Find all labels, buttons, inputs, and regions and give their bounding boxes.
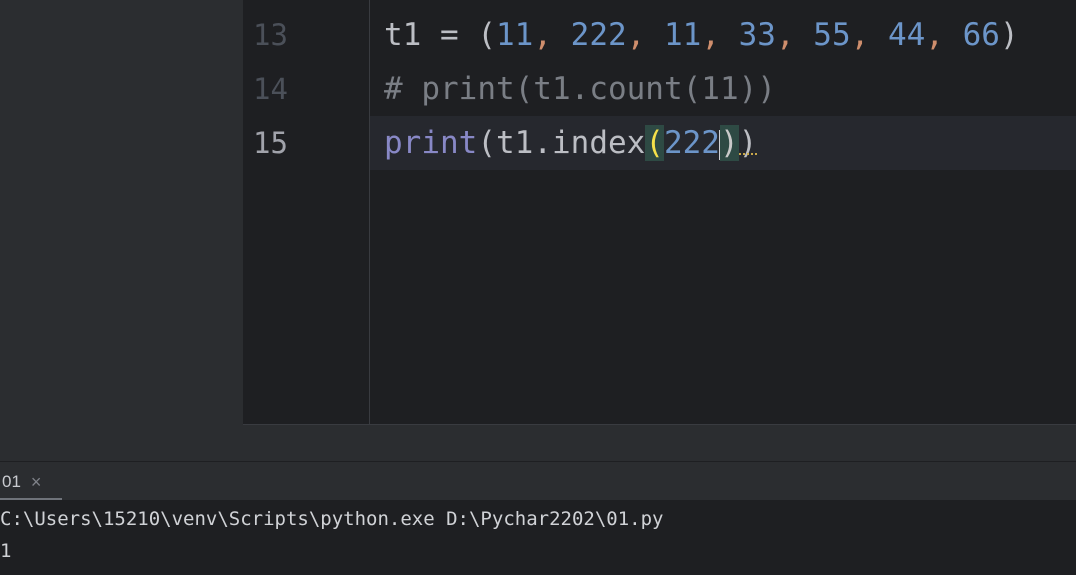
- matched-paren-open: (: [645, 125, 664, 161]
- code-line-13[interactable]: t1 = (11, 222, 11, 33, 55, 44, 66): [370, 8, 1076, 62]
- editor-status-strip: [243, 424, 1076, 462]
- line-number: 13: [253, 18, 288, 52]
- operator-token: =: [421, 17, 478, 53]
- warning-squiggle: ): [738, 125, 758, 161]
- code-area[interactable]: t1 = (11, 222, 11, 33, 55, 44, 66) # pri…: [370, 0, 1076, 424]
- run-tab-label: 01: [2, 471, 21, 491]
- run-panel-header: 01 ×: [0, 461, 1076, 501]
- builtin-token: print: [384, 125, 478, 161]
- number-token: 44: [887, 17, 926, 53]
- run-console[interactable]: C:\Users\15210\venv\Scripts\python.exe D…: [0, 500, 1076, 575]
- comma-token: ,: [701, 17, 739, 53]
- number-token: 55: [813, 17, 851, 53]
- variable-token: t1: [384, 17, 422, 53]
- console-output-line: 1: [0, 540, 12, 562]
- code-editor[interactable]: 13 14 15 t1 = (11, 222, 11, 33, 55, 44, …: [243, 0, 1076, 424]
- matched-paren-close: ): [719, 125, 739, 161]
- number-token: 11: [663, 17, 702, 53]
- line-number-current: 15: [253, 126, 288, 160]
- line-number-gutter: 13 14 15: [243, 0, 369, 424]
- number-token: 66: [962, 17, 1000, 53]
- comment-token: # print(t1.count(11)): [384, 71, 776, 107]
- comma-token: ,: [626, 17, 664, 53]
- paren-token: (: [477, 125, 496, 161]
- close-icon[interactable]: ×: [31, 473, 42, 491]
- number-token: 222: [570, 17, 627, 53]
- comma-token: ,: [925, 17, 963, 53]
- number-token: 33: [738, 17, 776, 53]
- run-tab[interactable]: 01 ×: [0, 462, 59, 501]
- paren-token: (: [477, 17, 496, 53]
- code-line-15[interactable]: print(t1.index(222)): [370, 116, 1076, 170]
- paren-token: ): [999, 17, 1019, 53]
- line-number: 14: [253, 72, 288, 106]
- method-call-token: t1.index: [496, 125, 646, 161]
- comma-token: ,: [775, 17, 814, 53]
- code-line-14[interactable]: # print(t1.count(11)): [370, 62, 1076, 116]
- number-token: 11: [496, 17, 534, 53]
- comma-token: ,: [533, 17, 571, 53]
- console-command-line: C:\Users\15210\venv\Scripts\python.exe D…: [0, 508, 664, 530]
- project-panel: [0, 0, 243, 461]
- comma-token: ,: [850, 17, 888, 53]
- number-token: 222: [663, 125, 720, 161]
